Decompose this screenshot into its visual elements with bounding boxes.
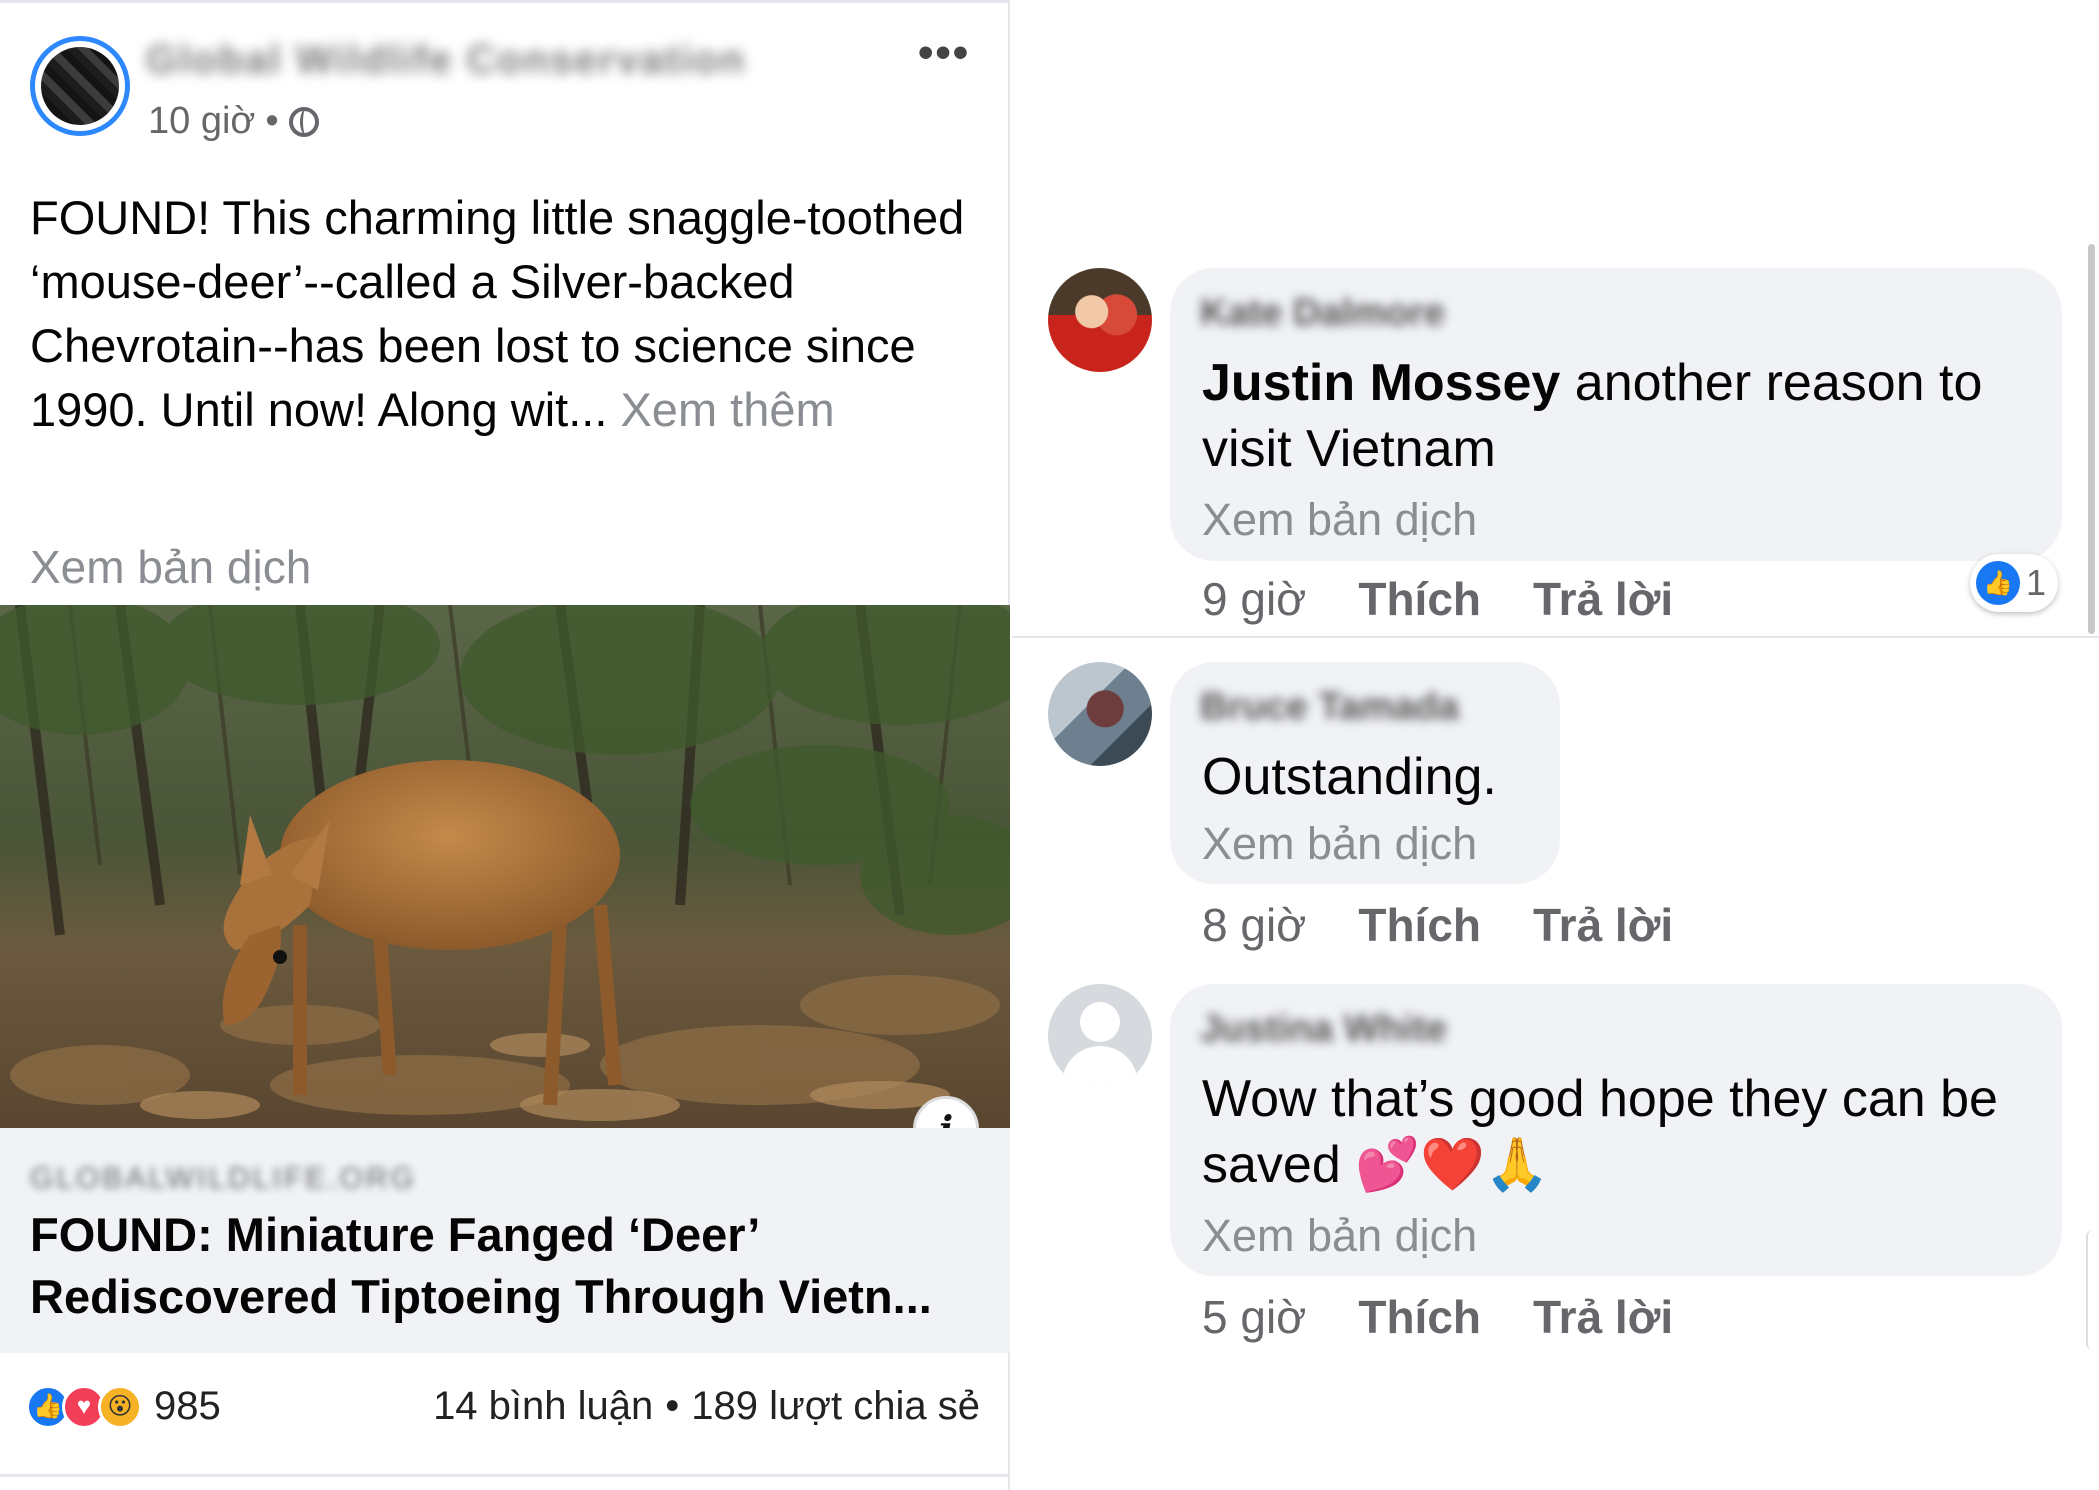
page-name[interactable]: Global Wildlife Conservation	[146, 38, 806, 86]
comment-time[interactable]: 9 giờ	[1202, 572, 1306, 626]
comment-author[interactable]: Bruce Tamada	[1200, 686, 1520, 730]
comment-reaction-count: 1	[2026, 562, 2047, 603]
scrollbar[interactable]	[2088, 244, 2095, 634]
comment-translate-link[interactable]: Xem bản dịch	[1202, 1210, 1477, 1262]
post-photo[interactable]	[0, 605, 1010, 1128]
comment-actions: 9 giờ Thích Trả lời	[1202, 572, 1673, 626]
comment-translate-link[interactable]: Xem bản dịch	[1202, 494, 1477, 546]
globe-icon	[288, 106, 319, 137]
shares-count-link[interactable]: 189 lượt chia sẻ	[691, 1384, 980, 1428]
post-time[interactable]: 10 giờ	[148, 100, 255, 143]
comment-time[interactable]: 8 giờ	[1202, 898, 1306, 952]
next-card-edge	[2086, 1230, 2099, 1350]
comment-actions: 5 giờ Thích Trả lời	[1202, 1290, 1673, 1344]
reactions-summary[interactable]: 👍 ♥ 😮 985	[26, 1384, 221, 1429]
link-title[interactable]: FOUND: Miniature Fanged ‘Deer’ Rediscove…	[30, 1204, 990, 1328]
reaction-count: 985	[154, 1384, 221, 1428]
bottom-divider	[0, 1474, 1010, 1477]
avatar[interactable]	[1048, 268, 1152, 372]
comment-translate-link[interactable]: Xem bản dịch	[1202, 818, 1477, 870]
post-text: FOUND! This charming little snaggle-toot…	[30, 186, 990, 442]
comment-reaction-badge[interactable]: 👍 1	[1970, 554, 2059, 612]
like-button[interactable]: Thích	[1358, 898, 1481, 952]
mention-link[interactable]: Justin Mossey	[1202, 354, 1560, 412]
wow-icon: 😮	[98, 1384, 142, 1429]
stats-separator: •	[665, 1384, 680, 1428]
avatar[interactable]	[1048, 662, 1152, 766]
reply-button[interactable]: Trả lời	[1533, 898, 1673, 952]
comment-divider	[1012, 636, 2099, 638]
meta-separator: •	[265, 100, 279, 142]
comment-actions: 8 giờ Thích Trả lời	[1202, 898, 1673, 952]
chevrotain-photo	[0, 605, 1010, 1128]
comment-text: Wow that’s good hope they can be saved 💕…	[1202, 1070, 1998, 1194]
page-avatar[interactable]	[30, 36, 130, 136]
like-icon: 👍	[1976, 561, 2020, 605]
like-button[interactable]: Thích	[1358, 1290, 1481, 1344]
top-divider	[0, 0, 1010, 3]
comment-text: Justin Mossey another reason to visit Vi…	[1202, 350, 2042, 482]
screenshot-root: Global Wildlife Conservation 10 giờ • ••…	[0, 0, 2099, 1490]
post-translate-link[interactable]: Xem bản dịch	[30, 540, 311, 594]
see-more-link[interactable]: Xem thêm	[620, 383, 834, 436]
more-options-button[interactable]: •••	[918, 28, 970, 78]
post-meta: 10 giờ •	[148, 100, 319, 143]
reply-button[interactable]: Trả lời	[1533, 1290, 1673, 1344]
comment-author[interactable]: Kate Dalmore	[1200, 292, 1510, 336]
comment-time[interactable]: 5 giờ	[1202, 1290, 1306, 1344]
post-stats: 14 bình luận • 189 lượt chia sẻ	[433, 1384, 980, 1428]
comment-author[interactable]: Justina White	[1200, 1008, 1500, 1052]
link-domain: GLOBALWILDLIFE.ORG	[30, 1162, 417, 1194]
comments-count-link[interactable]: 14 bình luận	[433, 1384, 653, 1428]
comment-text: Outstanding.	[1202, 748, 1497, 806]
avatar[interactable]	[1048, 984, 1152, 1088]
post-card: Global Wildlife Conservation 10 giờ • ••…	[0, 0, 1010, 1490]
like-button[interactable]: Thích	[1358, 572, 1481, 626]
reply-button[interactable]: Trả lời	[1533, 572, 1673, 626]
